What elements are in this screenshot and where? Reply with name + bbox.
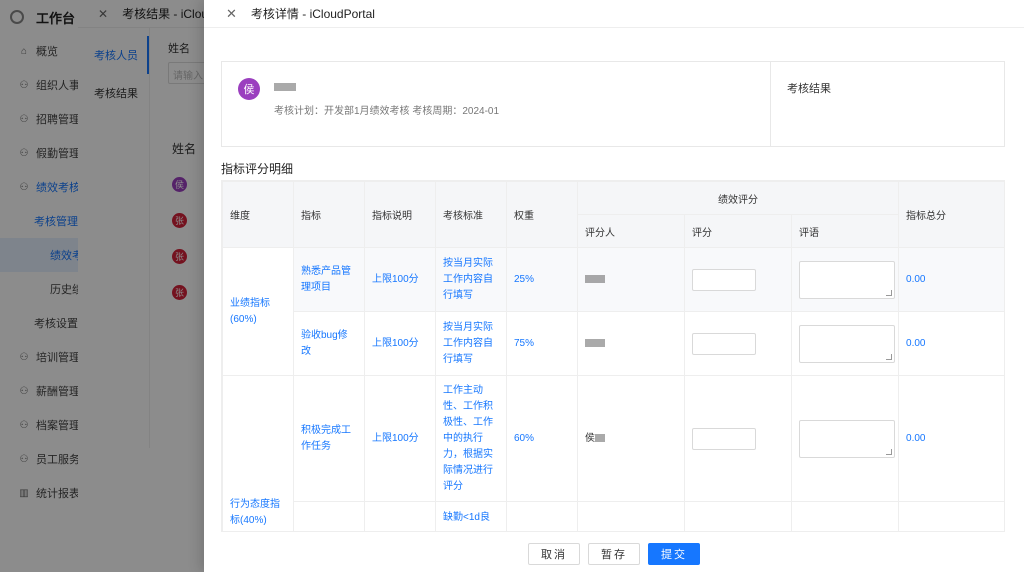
save-draft-button[interactable]: 暂存	[588, 543, 640, 565]
employee-name	[274, 79, 296, 93]
cell-indicator: 熟悉产品管理项目	[293, 247, 365, 312]
cell-score	[684, 247, 792, 312]
cell-weight: 60%	[506, 375, 578, 502]
cell-score	[684, 375, 792, 502]
redacted-rater	[595, 433, 605, 442]
cancel-button[interactable]: 取消	[528, 543, 580, 565]
cell-indicator: 积极完成工作任务	[293, 375, 365, 502]
submit-button[interactable]: 提交	[648, 543, 700, 565]
cell-indicator: 验收bug修改	[293, 311, 365, 376]
rater-name: 侯	[585, 432, 595, 444]
drawer-footer: 取消 暂存 提交	[204, 536, 1024, 572]
indicator-table: 维度 指标 指标说明 考核标准 权重 绩效评分 指标总分 评分人 评分 评语 业…	[221, 180, 1005, 532]
detail-drawer-title: 考核详情 - iCloudPortal	[250, 7, 375, 21]
comment-textarea[interactable]	[799, 419, 895, 458]
cell-indicator	[293, 501, 365, 531]
cell-desc: 上限100分	[364, 375, 436, 502]
cell-score	[684, 311, 792, 376]
cell-rater	[577, 247, 685, 312]
avatar: 侯	[238, 78, 260, 100]
detail-drawer: ✕ 考核详情 - iCloudPortal 侯 考核计划：开发部1月绩效考核 考…	[204, 0, 1024, 572]
cell-std: 按当月实际工作内容自行填写	[435, 247, 507, 312]
th-total: 指标总分	[898, 181, 1004, 248]
app-root: 工作台 ⌂ 概览 ⚇ 组织人事 ⚇ 招聘管理 ⚇ 假勤管理 ⚇ 绩效考核 考核管理 绩效考…	[0, 0, 1024, 572]
cell-rater	[577, 311, 685, 376]
cell-total: 0.00	[898, 247, 1004, 312]
cell-total	[898, 501, 1004, 531]
cell-dim: 行为态度指标(40%)	[222, 375, 294, 531]
cell-desc: 上限100分	[364, 311, 436, 376]
comment-textarea[interactable]	[799, 324, 895, 363]
cell-rater	[577, 501, 685, 531]
cell-comment	[790, 247, 900, 312]
table-row: 行为态度指标(40%) 积极完成工作任务 上限100分 工作主动性、工作积极性、…	[222, 375, 1004, 531]
cell-total: 0.00	[898, 311, 1004, 376]
section-title: 指标评分明细	[221, 162, 294, 176]
cell-std: 工作主动性、工作积极性、工作中的执行力，根据实际情况进行评分	[435, 375, 507, 502]
close-icon[interactable]: ✕	[226, 6, 237, 22]
redacted-name	[274, 82, 296, 91]
cell-comment	[790, 501, 900, 531]
cell-comment	[790, 375, 900, 502]
table-row: 缺勤<1d良	[223, 501, 1004, 531]
cell-desc: 上限100分	[364, 247, 436, 312]
employee-info-card: 侯 考核计划：开发部1月绩效考核 考核周期：2024-01 考核结果	[221, 61, 1005, 147]
cell-weight: 25%	[506, 247, 578, 312]
th-std: 考核标准	[435, 181, 507, 248]
cell-weight	[506, 501, 578, 531]
score-input[interactable]	[692, 268, 756, 291]
th-desc: 指标说明	[364, 181, 436, 248]
cell-dim: 业绩指标(60%)	[222, 247, 294, 376]
th-comment: 评语	[790, 214, 900, 248]
employee-info: 侯 考核计划：开发部1月绩效考核 考核周期：2024-01	[222, 62, 771, 146]
cell-comment	[790, 311, 900, 376]
score-input[interactable]	[692, 332, 756, 355]
th-weight: 权重	[506, 181, 578, 248]
cell-std: 缺勤<1d良	[435, 501, 507, 531]
table-row: 业绩指标(60%) 熟悉产品管理项目 上限100分 按当月实际工作内容自行填写 …	[222, 247, 1004, 376]
th-dim: 维度	[222, 181, 294, 248]
th-perf: 绩效评分	[576, 181, 900, 215]
th-score: 评分	[684, 214, 792, 248]
score-input[interactable]	[692, 427, 756, 450]
cell-std: 按当月实际工作内容自行填写	[435, 311, 507, 376]
cell-rater: 侯	[577, 375, 685, 502]
detail-drawer-header: ✕ 考核详情 - iCloudPortal	[204, 0, 1024, 28]
result-label: 考核结果	[787, 83, 831, 95]
th-rater: 评分人	[577, 214, 685, 248]
th-indicator: 指标	[293, 181, 365, 248]
cell-score	[684, 501, 792, 531]
redacted-rater	[585, 274, 605, 283]
cell-desc	[364, 501, 436, 531]
table-row: 验收bug修改 上限100分 按当月实际工作内容自行填写 75% 0.00	[223, 311, 1004, 376]
cell-total: 0.00	[898, 375, 1004, 502]
comment-textarea[interactable]	[799, 260, 895, 299]
redacted-rater	[585, 338, 605, 347]
cell-weight: 75%	[506, 311, 578, 376]
assessment-meta: 考核计划：开发部1月绩效考核 考核周期：2024-01	[274, 106, 500, 117]
